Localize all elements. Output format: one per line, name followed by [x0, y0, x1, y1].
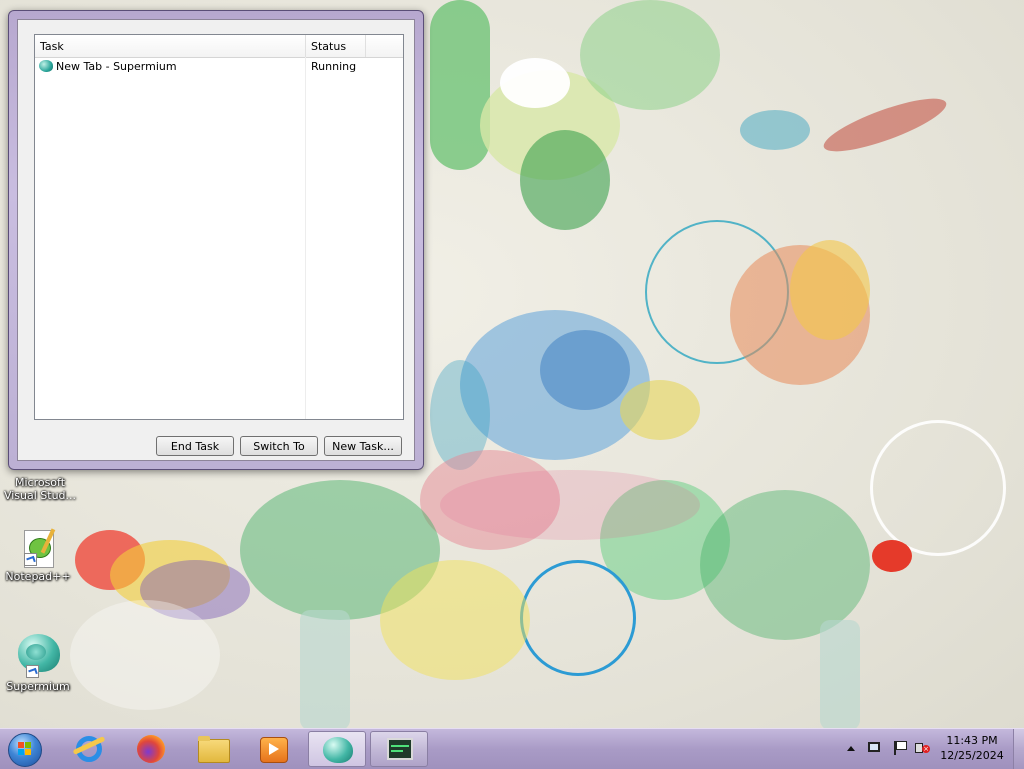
supermium-icon	[14, 630, 62, 678]
file-explorer-icon	[198, 739, 230, 763]
desktop-icon-label: Supermium	[6, 680, 70, 693]
network-tray-icon[interactable]	[864, 729, 884, 769]
task-name-cell: New Tab - Supermium	[39, 58, 177, 76]
taskbar-task-manager[interactable]	[370, 731, 428, 767]
show-hidden-icons-button[interactable]	[844, 729, 858, 769]
chevron-up-icon	[847, 746, 855, 751]
desktop-icon-label: Microsoft Visual Stud...	[3, 476, 77, 502]
column-divider	[305, 57, 306, 419]
task-list-header: Task Status	[35, 35, 403, 58]
column-header-task[interactable]: Task	[35, 35, 306, 57]
task-list[interactable]: Task Status New Tab - Supermium Running	[34, 34, 404, 420]
switch-to-button[interactable]: Switch To	[240, 436, 318, 456]
system-clock[interactable]: 11:43 PM 12/25/2024	[930, 733, 1014, 763]
taskbar-file-explorer[interactable]	[184, 731, 242, 767]
firefox-icon	[137, 735, 165, 763]
end-task-button[interactable]: End Task	[156, 436, 234, 456]
network-icon	[868, 742, 880, 752]
supermium-icon	[323, 737, 353, 763]
new-task-button[interactable]: New Task...	[324, 436, 402, 456]
task-status: Running	[311, 60, 357, 73]
task-row[interactable]: New Tab - Supermium Running	[35, 58, 403, 76]
show-desktop-button[interactable]	[1013, 729, 1024, 769]
start-button[interactable]	[4, 730, 44, 768]
desktop-icon-visual-studio[interactable]: Microsoft Visual Stud...	[3, 474, 77, 502]
column-header-status[interactable]: Status	[306, 35, 366, 57]
clock-date: 12/25/2024	[940, 749, 1004, 762]
desktop-icon-supermium[interactable]: Supermium	[1, 630, 75, 693]
task-manager-icon	[387, 738, 413, 760]
desktop-icon-notepad-plus-plus[interactable]: Notepad++	[1, 528, 75, 583]
taskbar-internet-explorer[interactable]	[60, 731, 118, 767]
action-center-tray-icon[interactable]	[888, 729, 908, 769]
volume-tray-icon[interactable]: ×	[912, 729, 932, 769]
taskbar-media-player[interactable]	[244, 731, 302, 767]
taskbar-supermium[interactable]	[308, 731, 366, 767]
taskbar: × 11:43 PM 12/25/2024	[0, 728, 1024, 769]
task-name: New Tab - Supermium	[56, 60, 177, 73]
task-manager-window: Task Status New Tab - Supermium Running …	[8, 10, 424, 470]
taskbar-firefox[interactable]	[122, 731, 180, 767]
windows-start-orb-icon	[8, 733, 42, 767]
task-manager-client-area: Task Status New Tab - Supermium Running …	[17, 19, 415, 461]
clock-time: 11:43 PM	[946, 734, 998, 747]
desktop-icon-label: Notepad++	[5, 570, 71, 583]
supermium-icon	[39, 60, 53, 72]
notepad-plus-plus-icon	[18, 528, 58, 568]
